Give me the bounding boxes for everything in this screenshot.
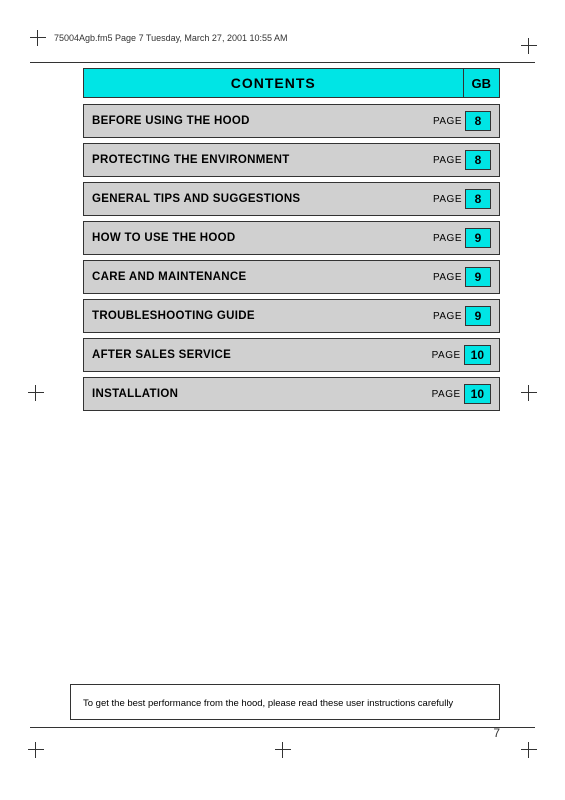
- toc-label: CARE AND MAINTENANCE: [84, 261, 425, 293]
- toc-row: BEFORE USING THE HOOD PAGE8: [83, 104, 500, 138]
- border-line-bottom: [30, 727, 535, 728]
- header-line: 75004Agb.fm5 Page 7 Tuesday, March 27, 2…: [30, 30, 535, 46]
- toc-label-text: BEFORE USING THE HOOD: [92, 115, 250, 127]
- contents-header: CONTENTS GB: [83, 68, 500, 98]
- toc-page-num: 10: [464, 384, 491, 404]
- toc-row: GENERAL TIPS AND SUGGESTIONS PAGE8: [83, 182, 500, 216]
- page-container: 75004Agb.fm5 Page 7 Tuesday, March 27, 2…: [0, 0, 565, 800]
- main-content: CONTENTS GB BEFORE USING THE HOODPAGE8PR…: [83, 68, 500, 416]
- toc-label-text: HOW TO USE THE HOOD: [92, 232, 236, 244]
- contents-title: CONTENTS: [231, 75, 316, 91]
- toc-page-num: 9: [465, 267, 491, 287]
- toc-page-num: 8: [465, 111, 491, 131]
- toc-label: BEFORE USING THE HOOD: [84, 105, 425, 137]
- toc-label: AFTER SALES SERVICE: [84, 339, 424, 371]
- page-number: 7: [493, 726, 500, 740]
- toc-page-label: PAGE: [433, 155, 462, 166]
- footer-note-text: To get the best performance from the hoo…: [83, 698, 453, 709]
- cross-bot-center-icon: [275, 742, 291, 758]
- toc-page-num: 8: [465, 150, 491, 170]
- cross-top-right-icon: [521, 38, 537, 54]
- toc-page-num: 9: [465, 306, 491, 326]
- toc-container: BEFORE USING THE HOODPAGE8PROTECTING THE…: [83, 104, 500, 416]
- cross-bot-right-icon: [521, 742, 537, 758]
- toc-label: HOW TO USE THE HOOD: [84, 222, 425, 254]
- footer-note-box: To get the best performance from the hoo…: [70, 684, 500, 720]
- toc-label-text: PROTECTING THE ENVIRONMENT: [92, 154, 290, 166]
- toc-label: INSTALLATION: [84, 378, 424, 410]
- toc-row: TROUBLESHOOTING GUIDE PAGE9: [83, 299, 500, 333]
- toc-page-label: PAGE: [433, 194, 462, 205]
- toc-row: INSTALLATION PAGE10: [83, 377, 500, 411]
- toc-label: TROUBLESHOOTING GUIDE: [84, 300, 425, 332]
- toc-label-text: GENERAL TIPS AND SUGGESTIONS: [92, 193, 300, 205]
- contents-gb-label: GB: [472, 76, 492, 91]
- toc-label: GENERAL TIPS AND SUGGESTIONS: [84, 183, 425, 215]
- toc-page-num: 9: [465, 228, 491, 248]
- toc-row: CARE AND MAINTENANCE PAGE9: [83, 260, 500, 294]
- toc-label-text: INSTALLATION: [92, 388, 178, 400]
- toc-page-label: PAGE: [432, 389, 461, 400]
- toc-page: PAGE8: [425, 183, 499, 215]
- toc-page: PAGE8: [425, 144, 499, 176]
- contents-title-box: CONTENTS: [83, 68, 464, 98]
- toc-page-label: PAGE: [433, 311, 462, 322]
- toc-label: PROTECTING THE ENVIRONMENT: [84, 144, 425, 176]
- border-line-top: [30, 62, 535, 63]
- contents-gb-box: GB: [464, 68, 501, 98]
- toc-label-text: CARE AND MAINTENANCE: [92, 271, 246, 283]
- toc-page: PAGE8: [425, 105, 499, 137]
- header-filename: 75004Agb.fm5 Page 7 Tuesday, March 27, 2…: [54, 33, 288, 43]
- toc-page-label: PAGE: [433, 233, 462, 244]
- toc-page-num: 10: [464, 345, 491, 365]
- cross-bot-left-icon: [28, 742, 44, 758]
- cross-mid-left-icon: [28, 385, 44, 401]
- toc-page: PAGE10: [424, 339, 499, 371]
- toc-label-text: TROUBLESHOOTING GUIDE: [92, 310, 255, 322]
- cross-mid-right-icon: [521, 385, 537, 401]
- toc-page: PAGE9: [425, 300, 499, 332]
- toc-page: PAGE9: [425, 222, 499, 254]
- toc-page-label: PAGE: [433, 272, 462, 283]
- toc-page-label: PAGE: [432, 350, 461, 361]
- toc-label-text: AFTER SALES SERVICE: [92, 349, 231, 361]
- toc-row: PROTECTING THE ENVIRONMENT PAGE8: [83, 143, 500, 177]
- toc-row: AFTER SALES SERVICE PAGE10: [83, 338, 500, 372]
- toc-page: PAGE9: [425, 261, 499, 293]
- toc-page-num: 8: [465, 189, 491, 209]
- header-cross-icon: [30, 30, 46, 46]
- toc-row: HOW TO USE THE HOOD PAGE9: [83, 221, 500, 255]
- toc-page-label: PAGE: [433, 116, 462, 127]
- toc-page: PAGE10: [424, 378, 499, 410]
